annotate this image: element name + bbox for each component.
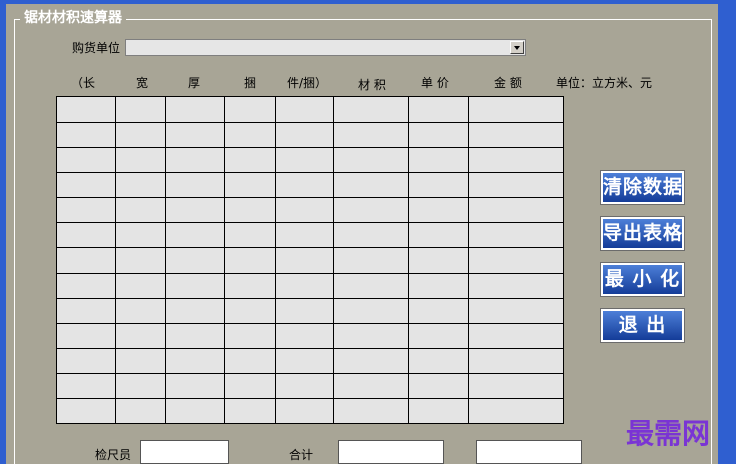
window-frame-right: [718, 0, 736, 464]
data-grid[interactable]: [56, 96, 564, 424]
grid-column-divider: [115, 97, 116, 423]
column-header-bundle: 捆: [244, 76, 257, 90]
total-volume-field[interactable]: [338, 440, 444, 464]
group-box-right-border: [711, 19, 712, 464]
grid-row-divider: [57, 273, 563, 274]
window-frame-left: [0, 0, 6, 464]
app-title: 锯材材积速算器: [20, 9, 126, 27]
column-header-amount: 金 额: [494, 76, 522, 90]
inspector-field[interactable]: [140, 440, 229, 464]
purchase-unit-select[interactable]: [125, 39, 526, 56]
grid-column-divider: [333, 97, 334, 423]
total-label: 合计: [289, 448, 314, 462]
grid-row-divider: [57, 197, 563, 198]
grid-row-divider: [57, 298, 563, 299]
column-header-width: 宽: [136, 76, 149, 90]
grid-column-divider: [408, 97, 409, 423]
column-header-thickness: 厚: [188, 76, 201, 90]
inspector-label: 检尺员: [95, 448, 132, 462]
grid-row-divider: [57, 398, 563, 399]
column-header-unit-price: 单 价: [421, 76, 449, 90]
grid-column-divider: [165, 97, 166, 423]
window-frame-top: [0, 0, 736, 4]
watermark: 最需网: [626, 417, 711, 450]
grid-row-divider: [57, 247, 563, 248]
total-amount-field[interactable]: [476, 440, 582, 464]
grid-column-divider: [468, 97, 469, 423]
grid-row-divider: [57, 172, 563, 173]
purchase-unit-label: 购货单位: [72, 41, 121, 55]
clear-data-button[interactable]: 清除数据: [600, 170, 685, 205]
grid-row-divider: [57, 122, 563, 123]
export-table-button[interactable]: 导出表格: [600, 216, 685, 251]
grid-column-divider: [275, 97, 276, 423]
grid-column-divider: [224, 97, 225, 423]
grid-row-divider: [57, 373, 563, 374]
dropdown-arrow-icon[interactable]: [510, 41, 524, 54]
grid-row-divider: [57, 323, 563, 324]
grid-row-divider: [57, 348, 563, 349]
minimize-button[interactable]: 最 小 化: [600, 262, 685, 297]
grid-row-divider: [57, 222, 563, 223]
column-header-pieces-per-bundle: 件/捆）: [287, 76, 328, 90]
unit-note: 单位：立方米、元: [556, 76, 653, 90]
column-header-volume: 材 积: [358, 78, 386, 92]
column-header-length: （长: [71, 76, 96, 90]
group-box-left-border: [14, 19, 15, 464]
exit-button[interactable]: 退 出: [600, 308, 685, 343]
grid-row-divider: [57, 147, 563, 148]
